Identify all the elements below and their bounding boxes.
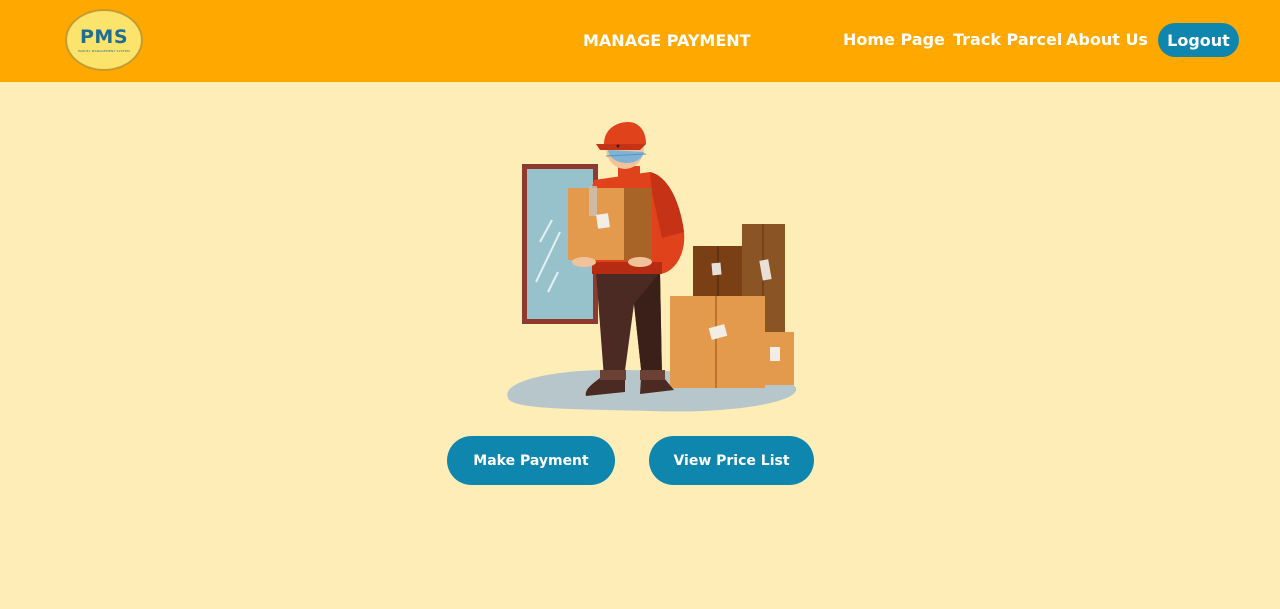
delivery-person-illustration [507, 122, 797, 412]
pms-logo[interactable]: PMS PARCEL MANAGEMENT SYSTEM [65, 9, 143, 71]
top-navbar: PMS PARCEL MANAGEMENT SYSTEM MANAGE PAYM… [0, 0, 1280, 82]
view-price-list-button[interactable]: View Price List [649, 436, 814, 485]
nav-about-link[interactable]: About Us [1066, 30, 1148, 49]
logo-subtitle: PARCEL MANAGEMENT SYSTEM [78, 48, 130, 53]
logo-text: PMS [79, 25, 129, 48]
make-payment-button[interactable]: Make Payment [447, 436, 615, 485]
nav-track-parcel-link[interactable]: Track Parcel [953, 30, 1062, 49]
logout-button[interactable]: Logout [1158, 23, 1239, 57]
nav-home-link[interactable]: Home Page [843, 30, 945, 49]
page-title: MANAGE PAYMENT [583, 31, 751, 50]
